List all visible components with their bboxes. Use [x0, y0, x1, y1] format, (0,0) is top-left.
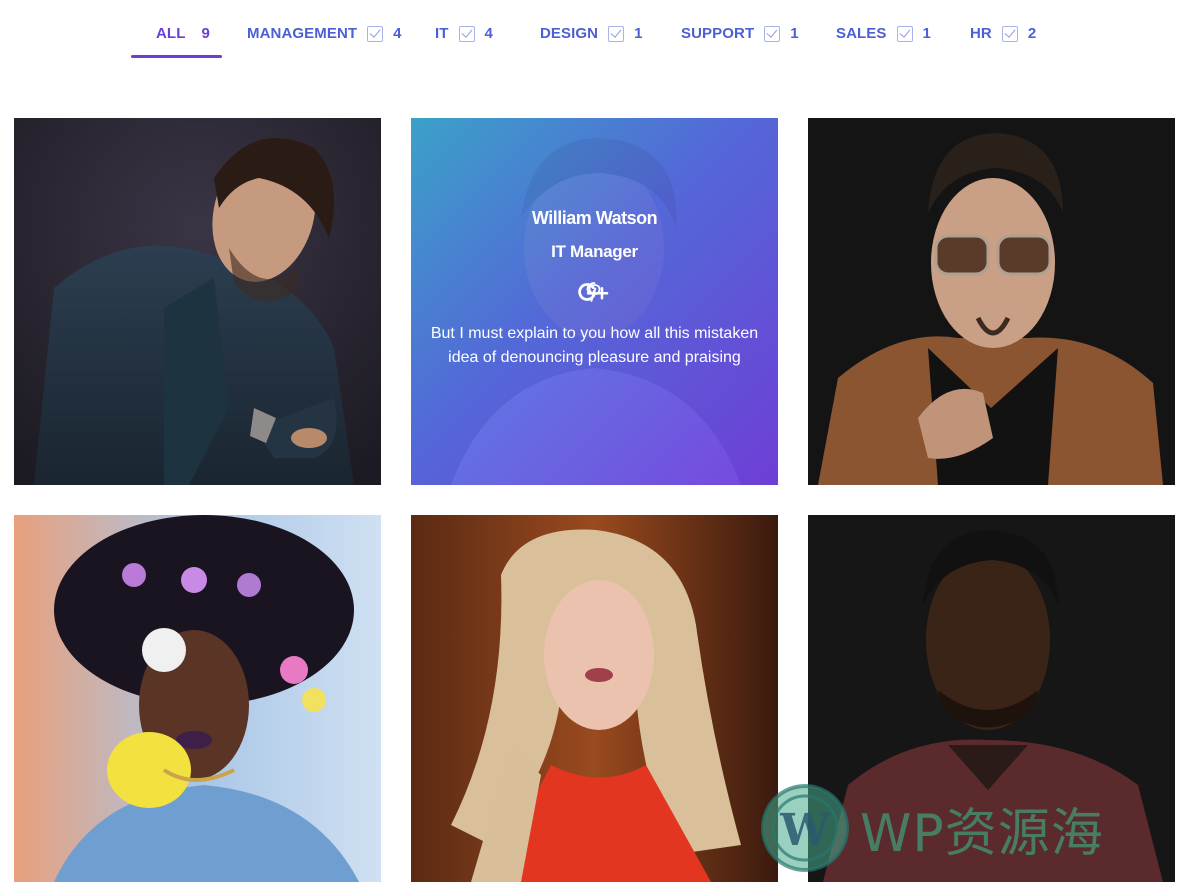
team-member-overlay: William Watson IT Manager But I must exp…	[411, 118, 778, 485]
filter-label: MANAGEMENT	[247, 25, 358, 42]
team-member-photo	[808, 118, 1175, 485]
filter-tab-sales[interactable]: SALES 1	[836, 22, 931, 58]
filter-count: 1	[922, 25, 931, 42]
team-member-photo	[411, 515, 778, 882]
team-filter-bar: ALL 9 MANAGEMENT 4 IT 4 DESIGN 1 SUPPORT…	[0, 0, 1189, 70]
filter-label: IT	[435, 25, 449, 42]
filter-tab-management[interactable]: MANAGEMENT 4	[247, 22, 402, 58]
member-bio: But I must explain to you how all this m…	[430, 325, 759, 366]
filter-tab-support[interactable]: SUPPORT 1	[681, 22, 799, 58]
filter-count: 2	[1027, 25, 1037, 42]
social-links	[411, 282, 778, 302]
filter-label: SUPPORT	[681, 25, 755, 42]
active-tab-indicator	[131, 55, 222, 58]
checkbox-icon	[608, 26, 625, 42]
team-card[interactable]	[411, 515, 778, 882]
watermark: W WP资源海	[760, 778, 1180, 878]
checkbox-icon	[458, 26, 475, 42]
checkbox-icon	[1001, 26, 1018, 42]
google-plus-icon[interactable]	[578, 282, 625, 302]
filter-count: 1	[634, 25, 643, 42]
checkbox-icon	[367, 26, 384, 42]
team-member-photo	[14, 118, 381, 485]
member-role: IT Manager	[551, 242, 638, 261]
filter-label: ALL	[156, 25, 186, 42]
checkbox-icon	[896, 26, 913, 42]
filter-count: 4	[393, 25, 402, 42]
wordpress-logo-icon: W	[761, 784, 849, 872]
filter-label: DESIGN	[540, 25, 599, 42]
team-member-photo	[14, 515, 381, 882]
filter-tab-all[interactable]: ALL 9	[156, 22, 210, 58]
filter-label: SALES	[836, 25, 887, 42]
member-name: William Watson	[531, 208, 658, 228]
filter-count: 1	[790, 25, 799, 42]
team-card-active[interactable]: William Watson IT Manager But I must exp…	[411, 118, 778, 485]
filter-count: 4	[484, 25, 493, 42]
filter-tab-it[interactable]: IT 4	[435, 22, 493, 58]
team-card[interactable]	[14, 118, 381, 485]
watermark-text: WP资源海	[860, 803, 1104, 864]
checkbox-icon	[764, 26, 781, 42]
team-card[interactable]	[14, 515, 381, 882]
filter-count: 9	[201, 25, 210, 42]
team-card[interactable]	[808, 118, 1175, 485]
filter-label: HR	[970, 25, 992, 42]
filter-tab-hr[interactable]: HR 2	[970, 22, 1036, 58]
svg-text:W: W	[779, 805, 830, 856]
filter-tab-design[interactable]: DESIGN 1	[540, 22, 643, 58]
